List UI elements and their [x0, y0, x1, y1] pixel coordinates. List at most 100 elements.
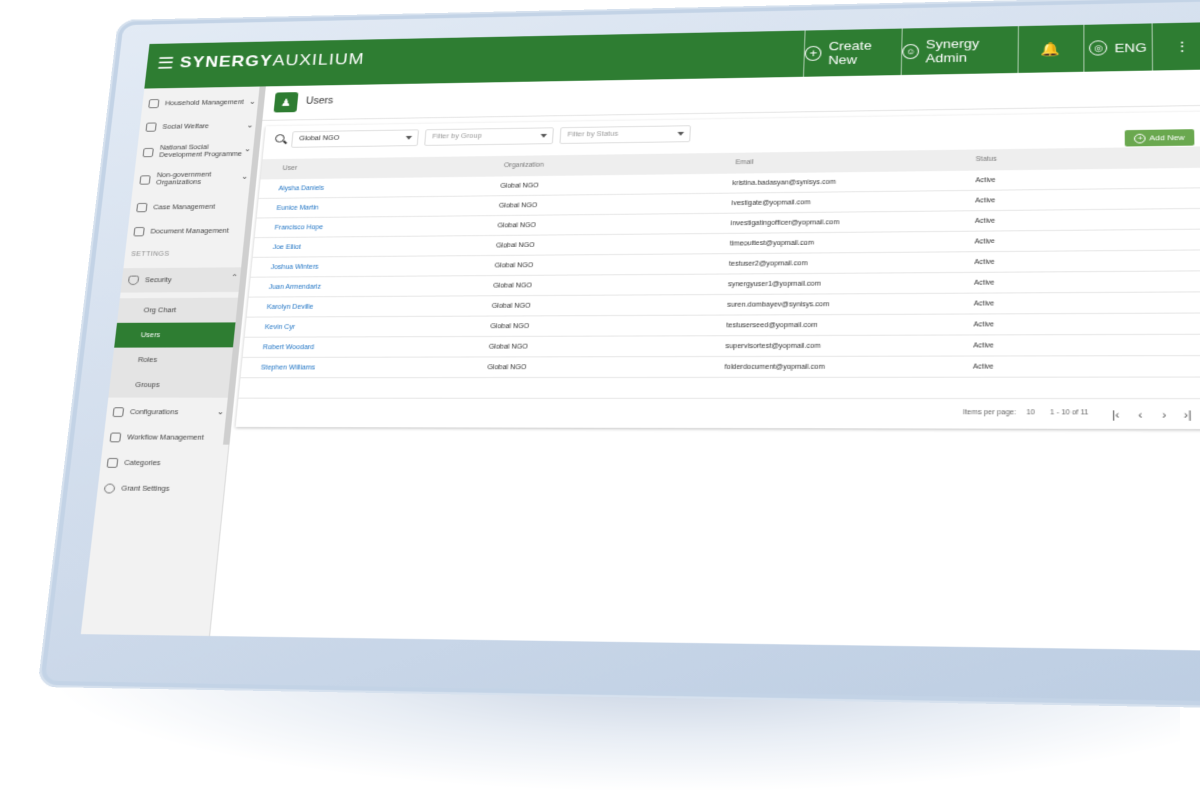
column-header-user[interactable]: User [282, 165, 297, 172]
add-new-button[interactable]: + Add New [1124, 129, 1195, 147]
email-cell: folderdocument@yopmail.com [724, 363, 825, 371]
sidebar-item-grant-settings[interactable]: Grant Settings [96, 476, 220, 502]
organization-cell: Global NGO [490, 323, 530, 331]
chevron-up-icon: ⌃ [230, 273, 239, 282]
user-link[interactable]: Stephen Williams [261, 365, 316, 372]
sidebar-item-configurations[interactable]: Configurations ⌄ [105, 400, 227, 425]
user-link[interactable]: Juan Armendariz [268, 284, 321, 291]
gear-icon [103, 483, 116, 494]
sidebar-subitem-org-chart[interactable]: Org Chart [117, 298, 238, 323]
column-header-email[interactable]: Email [735, 159, 753, 166]
status-cell: Active [974, 238, 996, 246]
user-link[interactable]: Francisco Hope [274, 224, 323, 231]
search-icon[interactable] [274, 134, 285, 143]
email-cell: testuserseed@yopmail.com [726, 322, 818, 330]
main-content: ♟ Users Global NGO Filter by Group Filte… [210, 69, 1200, 651]
sidebar-item-label: Configurations [129, 408, 179, 416]
stage: ☰ SYNERGYAUXILIUM + Create New ☺ Synergy… [0, 0, 1200, 800]
pagination-range: 1 - 10 of 11 [1050, 409, 1089, 417]
sidebar-item-case-management[interactable]: Case Management [129, 194, 249, 219]
user-link[interactable]: Alysha Daniels [278, 185, 324, 192]
app-logo[interactable]: SYNERGYAUXILIUM [179, 50, 365, 72]
first-page-icon[interactable]: |‹ [1112, 409, 1120, 421]
sidebar-item-label: Household Management [164, 98, 245, 107]
sidebar-item-household-management[interactable]: Household Management ⌄ [141, 90, 259, 115]
column-header-organization[interactable]: Organization [504, 162, 544, 169]
status-cell: Active [975, 197, 996, 205]
items-per-page-select[interactable]: 10 [1026, 409, 1035, 416]
sidebar-item-non-government-organizations[interactable]: Non-government Organizations ⌄ [132, 165, 252, 194]
status-cell: Active [973, 300, 995, 308]
sidebar-item-label: Social Welfare [162, 123, 210, 131]
user-link[interactable]: Joe Elliot [272, 244, 301, 251]
status-cell: Active [973, 321, 995, 329]
grid-icon [106, 457, 119, 468]
column-header-status[interactable]: Status [976, 156, 997, 163]
organization-cell: Global NGO [498, 202, 538, 210]
user-link[interactable]: Eunice Martin [276, 205, 319, 212]
table-row[interactable]: Robert Woodard Global NGO supervisortest… [242, 334, 1200, 358]
notifications-button[interactable]: 🔔 [1017, 24, 1084, 73]
menu-icon[interactable]: ☰ [156, 54, 175, 72]
more-options-button[interactable]: ⋮ [1151, 22, 1200, 71]
last-page-icon[interactable]: ›| [1184, 409, 1192, 421]
security-submenu: Org Chart Users Roles Groups [108, 297, 239, 398]
sidebar-item-label: Security [144, 276, 172, 284]
users-table-body: Alysha Daniels Global NGO kristina.badas… [240, 167, 1200, 379]
user-menu-button[interactable]: ☺ Synergy Admin [900, 26, 1018, 76]
group-filter-placeholder: Filter by Group [432, 133, 482, 141]
document-icon [133, 227, 145, 237]
organization-cell: Global NGO [500, 182, 539, 190]
status-cell: Active [974, 258, 995, 266]
table-row[interactable]: Stephen Williams Global NGO folderdocume… [240, 356, 1200, 379]
chevron-down-icon: ⌄ [216, 407, 225, 417]
sidebar-item-categories[interactable]: Categories [99, 450, 222, 476]
organization-cell: Global NGO [491, 302, 531, 310]
previous-page-icon[interactable]: ‹ [1138, 409, 1142, 421]
email-cell: kristina.badasyan@synisys.com [732, 179, 836, 187]
organization-cell: Global NGO [495, 242, 535, 250]
organization-cell: Global NGO [488, 343, 529, 351]
chevron-down-icon: ⌄ [248, 97, 257, 106]
chevron-down-icon: ⌄ [240, 172, 249, 181]
house-icon [148, 99, 160, 109]
organization-cell: Global NGO [487, 364, 527, 372]
app-screen: ☰ SYNERGYAUXILIUM + Create New ☺ Synergy… [80, 22, 1200, 651]
organization-filter-value: Global NGO [298, 135, 340, 143]
create-new-button[interactable]: + Create New [802, 28, 902, 77]
sidebar-item-label: Case Management [152, 203, 216, 211]
group-filter[interactable]: Filter by Group [424, 127, 554, 146]
sidebar-item-workflow-management[interactable]: Workflow Management [102, 425, 225, 451]
email-cell: supervisortest@yopmail.com [725, 342, 821, 351]
table-row[interactable]: Kevin Cyr Global NGO testuserseed@yopmai… [244, 313, 1200, 338]
status-cell: Active [974, 279, 995, 287]
user-link[interactable]: Robert Woodard [263, 344, 315, 351]
user-link[interactable]: Karolyn Deville [267, 304, 314, 311]
globe-icon: ◎ [1089, 40, 1108, 56]
sidebar-subitem-groups[interactable]: Groups [108, 372, 230, 397]
organization-filter[interactable]: Global NGO [290, 129, 420, 148]
items-per-page-label: Items per page: [962, 409, 1017, 417]
table-footer: Items per page: 10 1 - 10 of 11 |‹ ‹ › ›… [235, 397, 1200, 428]
caret-down-icon [540, 133, 548, 138]
sidebar-item-label: Workflow Management [126, 434, 205, 442]
next-page-icon[interactable]: › [1162, 409, 1167, 421]
sidebar-item-document-management[interactable]: Document Management [126, 219, 246, 244]
user-link[interactable]: Joshua Winters [270, 264, 318, 271]
user-icon: ☺ [902, 43, 920, 60]
email-cell: suren.dombayev@synisys.com [727, 301, 830, 309]
email-cell: investigatingofficer@yopmail.com [730, 219, 840, 228]
status-filter[interactable]: Filter by Status [559, 125, 692, 144]
bell-icon: 🔔 [1041, 40, 1061, 57]
language-selector[interactable]: ◎ ENG [1083, 23, 1152, 72]
sidebar-subitem-roles[interactable]: Roles [111, 347, 233, 372]
sidebar-item-security[interactable]: Security ⌃ [120, 267, 242, 293]
sliders-icon [112, 407, 125, 418]
settings-heading: SETTINGS [130, 250, 170, 258]
sidebar-subitem-users[interactable]: Users [114, 322, 236, 348]
sidebar-item-social-welfare[interactable]: Social Welfare ⌄ [138, 114, 256, 139]
handshake-icon [145, 122, 157, 132]
sidebar-item-national-social-development[interactable]: National Social Development Programme ⌄ [135, 137, 254, 166]
caret-down-icon [405, 135, 413, 140]
user-link[interactable]: Kevin Cyr [265, 324, 296, 331]
